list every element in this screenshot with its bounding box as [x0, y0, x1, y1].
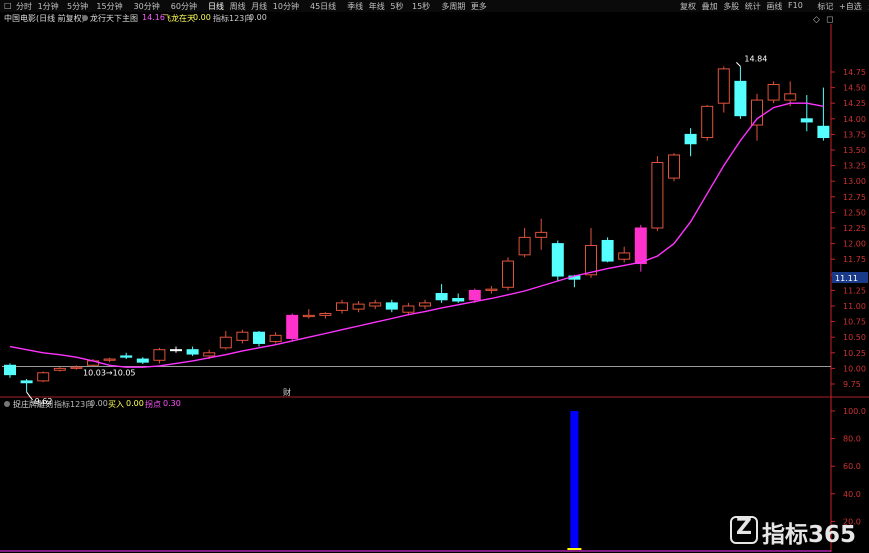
candle-body[interactable]	[601, 239, 614, 262]
candle-body[interactable]	[800, 118, 813, 123]
candle-body[interactable]	[585, 244, 597, 276]
candle-body[interactable]	[535, 231, 548, 238]
price-tick-label: 12.25	[843, 224, 866, 233]
candle-body[interactable]	[385, 302, 398, 310]
low-label: 9.62	[35, 397, 53, 406]
price-tick-label: 10.25	[843, 349, 866, 358]
candle-body[interactable]	[336, 302, 348, 311]
candle-body[interactable]	[236, 331, 249, 341]
price-tick-label: 14.00	[843, 115, 866, 124]
candle-body[interactable]	[253, 331, 265, 344]
candle-body[interactable]	[170, 349, 182, 352]
price-tick-label: 12.50	[843, 208, 866, 217]
candle-body[interactable]	[120, 355, 133, 358]
sub-tick-label: 100.0	[843, 407, 866, 416]
candle-body[interactable]	[302, 314, 315, 318]
current-price-label: 11.11	[835, 274, 858, 283]
candle-body[interactable]	[20, 380, 33, 384]
candle-body[interactable]	[784, 93, 797, 101]
high-pointer	[736, 62, 741, 67]
event-marker[interactable]: 财	[283, 387, 291, 397]
candle-body[interactable]	[684, 133, 697, 145]
price-tick-label: 11.75	[843, 255, 866, 264]
kline-chart[interactable]: 14.75 14.50 14.25 14.00 13.75 13.50 13.25 13.00…	[0, 0, 869, 553]
candle-body[interactable]	[419, 302, 431, 307]
candle-body[interactable]	[319, 312, 332, 316]
candle-body[interactable]	[751, 99, 763, 126]
candle-body[interactable]	[219, 336, 232, 349]
price-tick-label: 13.50	[843, 146, 866, 155]
expand-icon[interactable]: ◻	[826, 15, 833, 25]
candle-body[interactable]	[502, 260, 514, 288]
candle-body[interactable]	[369, 302, 382, 307]
candle-body[interactable]	[485, 288, 498, 291]
range-label: 10.03→10.05	[83, 369, 136, 378]
brand-logo-text: 指标365	[762, 522, 857, 548]
candle-body[interactable]	[717, 68, 730, 104]
candle-body[interactable]	[518, 236, 531, 256]
low-pointer	[26, 391, 33, 401]
price-tick-label: 10.75	[843, 318, 866, 327]
candle-body[interactable]	[701, 105, 714, 139]
sub-tick-label: 80.0	[843, 435, 861, 444]
price-tick-label: 14.75	[843, 68, 866, 77]
candle-body[interactable]	[817, 125, 830, 139]
candle-body[interactable]	[4, 364, 16, 376]
candle-body[interactable]	[551, 243, 564, 277]
candle-body[interactable]	[634, 227, 647, 265]
ma-line	[9, 102, 824, 368]
candle-body[interactable]	[734, 80, 747, 117]
price-tick-label: 13.75	[843, 130, 866, 139]
price-tick-label: 10.00	[843, 364, 866, 373]
price-tick-label: 14.25	[843, 99, 866, 108]
candle-body[interactable]	[435, 293, 448, 301]
settings-circle-icon[interactable]: ◇	[813, 15, 820, 25]
candle-body[interactable]	[452, 298, 465, 302]
price-tick-label: 9.75	[843, 380, 861, 389]
candle-body[interactable]	[286, 314, 299, 339]
sub-tick-label: 40.0	[843, 490, 861, 499]
price-tick-label: 11.25	[843, 286, 866, 295]
candle-body[interactable]	[70, 366, 83, 369]
candle-body[interactable]	[651, 161, 664, 229]
candle-body[interactable]	[153, 349, 166, 361]
signal-bar	[570, 411, 579, 549]
candle-body[interactable]	[53, 367, 66, 371]
price-tick-label: 10.50	[843, 333, 866, 342]
candle-body[interactable]	[203, 352, 216, 357]
price-tick-label: 13.25	[843, 162, 866, 171]
price-tick-label: 14.50	[843, 84, 866, 93]
candle-body[interactable]	[37, 372, 50, 382]
price-tick-label: 12.75	[843, 193, 866, 202]
sub-tick-label: 60.0	[843, 462, 861, 471]
candle-body[interactable]	[618, 252, 631, 260]
price-tick-label: 13.00	[843, 177, 866, 186]
brand-logo-icon	[730, 515, 758, 544]
candle-body[interactable]	[136, 358, 149, 363]
candle-body[interactable]	[767, 83, 780, 101]
watermark-logo: 指标365	[730, 514, 865, 548]
high-label: 14.84	[744, 54, 767, 63]
candle-body[interactable]	[468, 289, 481, 301]
candle-body[interactable]	[269, 334, 282, 343]
candle-body[interactable]	[402, 305, 415, 313]
candle-body[interactable]	[186, 349, 199, 355]
price-tick-label: 12.00	[843, 240, 866, 249]
candle-body[interactable]	[668, 154, 680, 179]
candle-body[interactable]	[352, 303, 365, 310]
price-tick-label: 11.00	[843, 302, 866, 311]
candle-body[interactable]	[103, 358, 116, 361]
